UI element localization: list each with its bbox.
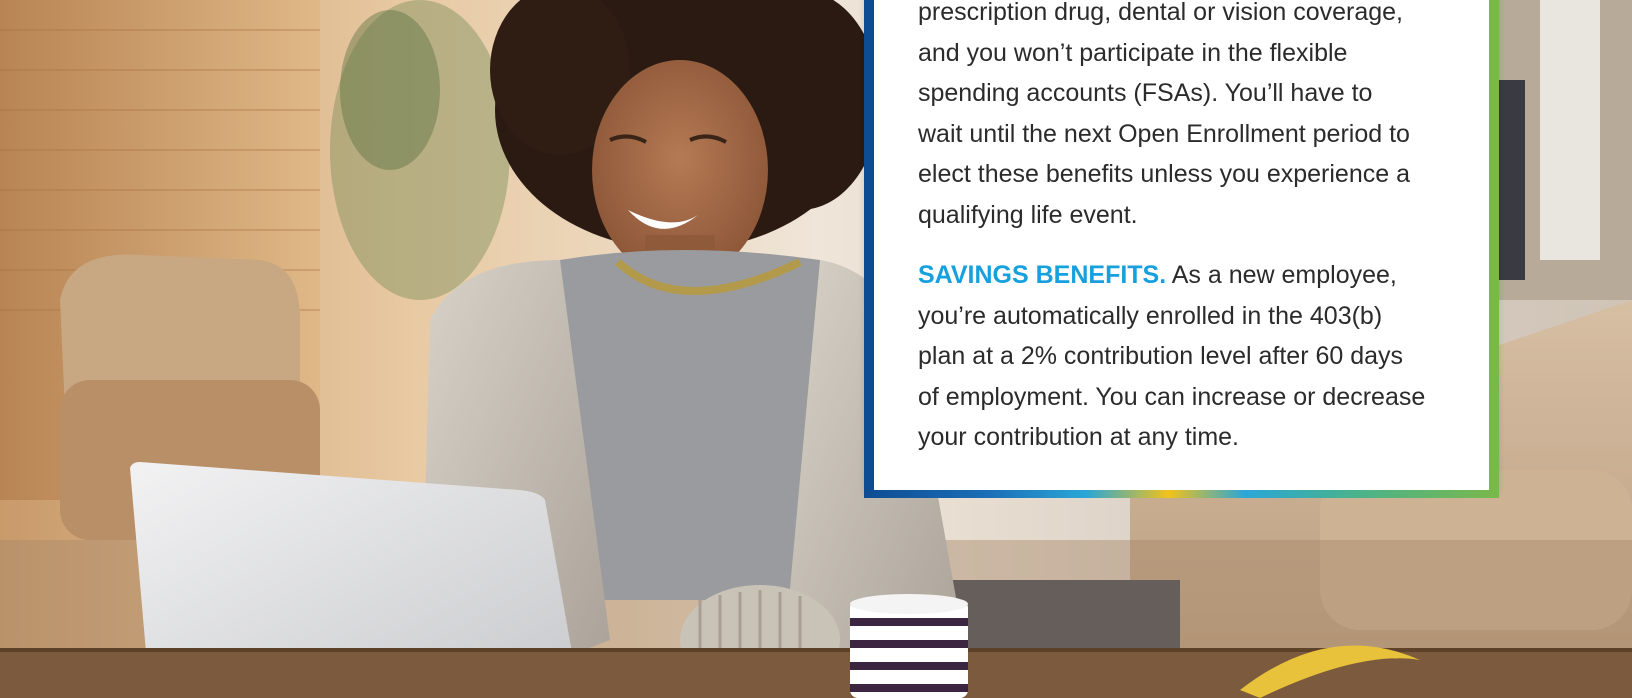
card-text: prescription drug, dental or vision cove… bbox=[918, 0, 1478, 458]
coverage-line: elect these benefits unless you experien… bbox=[918, 160, 1410, 188]
coverage-line: prescription drug, dental or vision cove… bbox=[918, 0, 1403, 26]
savings-line: As a new employee, bbox=[1166, 261, 1397, 289]
savings-heading: SAVINGS BENEFITS. bbox=[918, 261, 1167, 289]
info-card: prescription drug, dental or vision cove… bbox=[864, 0, 1499, 498]
coverage-line: qualifying life event. bbox=[918, 200, 1138, 229]
coverage-line: and you won’t participate in the flexibl… bbox=[918, 38, 1348, 67]
hero-banner: prescription drug, dental or vision cove… bbox=[0, 0, 1632, 698]
gradient-accent-bar bbox=[864, 490, 1499, 498]
coverage-line: wait until the next Open Enrollment peri… bbox=[918, 119, 1410, 148]
coverage-line: spending accounts (FSAs). You’ll have to bbox=[918, 79, 1373, 107]
savings-line: you’re automatically enrolled in the 403… bbox=[918, 301, 1383, 330]
savings-line: your contribution at any time. bbox=[918, 423, 1239, 451]
savings-line: plan at a 2% contribution level after 60… bbox=[918, 342, 1404, 370]
coverage-paragraph: prescription drug, dental or vision cove… bbox=[918, 0, 1478, 235]
savings-line: of employment. You can increase or decre… bbox=[918, 382, 1426, 411]
savings-paragraph: SAVINGS BENEFITS. As a new employee, you… bbox=[918, 255, 1478, 458]
